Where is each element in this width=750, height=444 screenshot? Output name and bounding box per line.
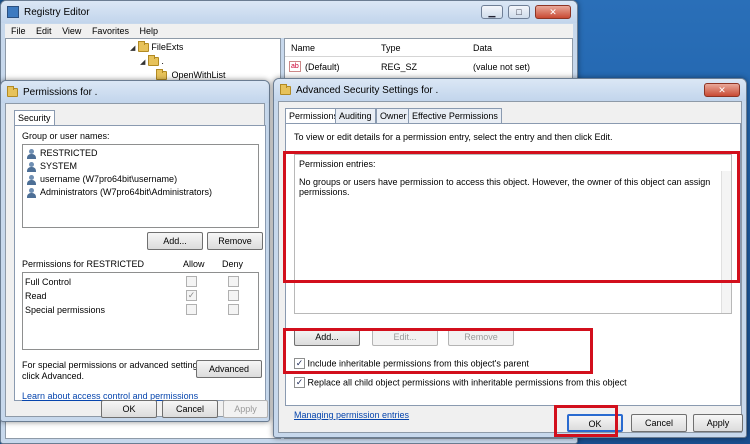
permissions-list: Full Control Read ✓ Special permissions <box>22 272 259 350</box>
special-perm-text: For special permissions or advanced sett… <box>22 360 205 370</box>
user-name: SYSTEM <box>40 161 78 171</box>
tab-owner[interactable]: Owner <box>376 108 411 123</box>
replace-child-label: Replace all child object permissions wit… <box>307 377 627 388</box>
perm-name: Special permissions <box>25 305 106 315</box>
value-row[interactable]: ab (Default) REG_SZ (value not set) <box>285 59 572 75</box>
tree-item-openwithlist[interactable]: OpenWithList <box>156 69 226 81</box>
column-data[interactable]: Data <box>473 43 492 53</box>
perm-row-full-control: Full Control <box>23 276 258 289</box>
highlight-box-entries <box>283 151 740 283</box>
permissions-dialog: Permissions for . Security Group or user… <box>0 80 270 422</box>
tree-item-fileexts[interactable]: ◢ FileExts <box>130 41 184 53</box>
deny-checkbox[interactable] <box>228 304 239 315</box>
perm-row-read: Read ✓ <box>23 290 258 303</box>
expand-arrow-icon: ◢ <box>130 45 136 52</box>
apply-button[interactable]: Apply <box>693 414 743 432</box>
folder-icon <box>147 55 159 67</box>
user-icon <box>26 148 38 159</box>
values-header: Name Type Data <box>285 39 572 57</box>
permissions-title: Permissions for . <box>23 86 98 98</box>
highlight-box-ok <box>554 405 618 437</box>
user-icon <box>26 174 38 185</box>
expand-arrow-icon: ◢ <box>140 59 146 66</box>
perm-row-special: Special permissions <box>23 304 258 317</box>
managing-permission-link[interactable]: Managing permission entries <box>294 410 409 420</box>
user-icon <box>26 187 38 198</box>
tab-effective-permissions[interactable]: Effective Permissions <box>408 108 502 123</box>
minimize-button[interactable]: ▁ <box>481 5 503 19</box>
tab-auditing[interactable]: Auditing <box>335 108 376 123</box>
user-name: username (W7pro64bit\username) <box>40 174 178 184</box>
menu-file[interactable]: File <box>11 26 26 36</box>
apply-button[interactable]: Apply <box>223 400 268 418</box>
tree-label: . <box>161 56 164 66</box>
user-name: Administrators (W7pro64bit\Administrator… <box>40 187 213 197</box>
perm-name: Read <box>25 291 47 301</box>
remove-button[interactable]: Remove <box>207 232 263 250</box>
replace-child-row[interactable]: ✓ Replace all child object permissions w… <box>294 377 627 389</box>
string-value-icon: ab <box>289 61 301 72</box>
tree-label: FileExts <box>151 42 184 52</box>
ok-button[interactable]: OK <box>101 400 157 418</box>
allow-checkbox[interactable]: ✓ <box>186 290 197 301</box>
user-item-restricted[interactable]: RESTRICTED <box>26 148 98 159</box>
add-button[interactable]: Add... <box>147 232 203 250</box>
intro-text: To view or edit details for a permission… <box>294 132 613 142</box>
registry-app-icon <box>7 6 19 18</box>
special-perm-text: click Advanced. <box>22 371 85 381</box>
deny-checkbox[interactable] <box>228 290 239 301</box>
column-type[interactable]: Type <box>381 43 401 53</box>
value-type: REG_SZ <box>381 62 418 72</box>
registry-menubar: File Edit View Favorites Help <box>5 24 573 38</box>
value-data: (value not set) <box>473 62 531 72</box>
permissions-titlebar: Permissions for . <box>1 81 269 103</box>
allow-column-label: Allow <box>183 259 205 269</box>
deny-column-label: Deny <box>222 259 244 269</box>
menu-help[interactable]: Help <box>139 26 158 36</box>
user-name: RESTRICTED <box>40 148 98 158</box>
group-label: Group or user names: <box>22 131 110 141</box>
tree-item-dot[interactable]: ◢ . <box>140 55 164 67</box>
value-name: (Default) <box>305 62 340 72</box>
folder-icon <box>137 41 149 53</box>
close-button[interactable]: ✕ <box>535 5 571 19</box>
advanced-button[interactable]: Advanced <box>196 360 262 378</box>
advanced-title: Advanced Security Settings for . <box>296 84 439 96</box>
replace-child-checkbox[interactable]: ✓ <box>294 377 305 389</box>
folder-icon <box>280 83 291 95</box>
folder-icon <box>7 85 18 97</box>
user-item-system[interactable]: SYSTEM <box>26 161 77 172</box>
permissions-for-label: Permissions for RESTRICTED <box>22 259 145 269</box>
highlight-box-checkboxes <box>283 328 593 374</box>
menu-edit[interactable]: Edit <box>36 26 52 36</box>
maximize-button[interactable]: □ <box>508 5 530 19</box>
tree-label: OpenWithList <box>171 70 226 80</box>
registry-titlebar: Registry Editor ▁ □ ✕ <box>1 1 577 23</box>
permissions-client: Security Group or user names: RESTRICTED… <box>5 103 268 418</box>
folder-icon <box>156 69 167 81</box>
allow-checkbox[interactable] <box>186 276 197 287</box>
perm-name: Full Control <box>25 277 72 287</box>
close-button[interactable]: ✕ <box>704 83 740 97</box>
security-tab-panel: Group or user names: RESTRICTED SYSTEM u… <box>14 125 266 401</box>
cancel-button[interactable]: Cancel <box>162 400 218 418</box>
cancel-button[interactable]: Cancel <box>631 414 687 432</box>
user-item-username[interactable]: username (W7pro64bit\username) <box>26 174 177 185</box>
users-list[interactable]: RESTRICTED SYSTEM username (W7pro64bit\u… <box>22 144 259 228</box>
deny-checkbox[interactable] <box>228 276 239 287</box>
column-name[interactable]: Name <box>291 43 315 53</box>
registry-title: Registry Editor <box>24 6 90 18</box>
user-item-administrators[interactable]: Administrators (W7pro64bit\Administrator… <box>26 187 212 198</box>
menu-view[interactable]: View <box>62 26 81 36</box>
allow-checkbox[interactable] <box>186 304 197 315</box>
advanced-titlebar: Advanced Security Settings for . ✕ <box>274 79 746 101</box>
user-icon <box>26 161 38 172</box>
menu-favorites[interactable]: Favorites <box>92 26 129 36</box>
